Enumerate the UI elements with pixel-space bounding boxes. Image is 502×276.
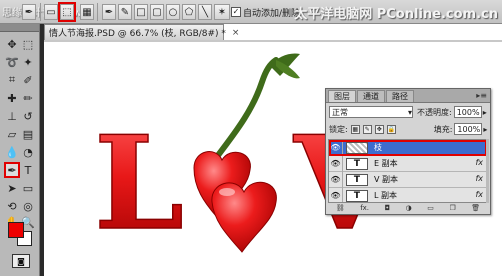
pen-icon[interactable]: ✒: [102, 4, 116, 20]
text-layer-thumbnail-icon: T: [346, 189, 368, 202]
history-brush-icon[interactable]: ↺: [20, 108, 36, 124]
fx-icon[interactable]: fx: [475, 158, 483, 167]
layers-panel: 图层 通道 路径 ▸≡ 正常 ▾ 不透明度: 100% ▸ 锁定: ▦ ✎ ✥ …: [325, 88, 491, 215]
auto-add-delete-checkbox[interactable]: ✓ 自动添加/删除: [231, 4, 300, 20]
pen-tool-icon[interactable]: ✒: [4, 162, 20, 178]
ellipse-icon[interactable]: ○: [166, 4, 180, 20]
eraser-icon[interactable]: ▱: [4, 126, 20, 142]
watermark-right: 太平洋电脑网 PConline.com.cn: [294, 7, 498, 22]
move-tool-icon[interactable]: ✥: [4, 36, 20, 52]
visibility-eye-icon[interactable]: 👁: [329, 155, 343, 172]
fill-pixels-icon[interactable]: ▦: [80, 4, 94, 20]
dodge-tool-icon[interactable]: ◔: [20, 144, 36, 160]
panel-tabs: 图层 通道 路径: [326, 89, 490, 103]
blend-row: 正常 ▾ 不透明度: 100% ▸: [329, 106, 487, 118]
close-icon[interactable]: ×: [232, 28, 240, 38]
pen-tool-preset-icon[interactable]: ✒: [22, 4, 36, 20]
layer-name: 枝: [374, 143, 382, 152]
marquee-tool-icon[interactable]: ⬚: [20, 36, 36, 52]
brush-tool-icon[interactable]: ✏: [20, 90, 36, 106]
link-icon[interactable]: ⛓: [336, 204, 345, 212]
lock-image-icon[interactable]: ✎: [362, 124, 372, 134]
polygon-icon[interactable]: ⬠: [182, 4, 196, 20]
layer-name: L 副本: [374, 191, 397, 200]
opacity-input[interactable]: 100%: [453, 106, 482, 118]
document-title: 情人节海报.PSD @ 66.7% (枝, RGB/8#) *: [49, 29, 226, 39]
crop-tool-icon[interactable]: ⌗: [4, 72, 20, 88]
tab-layers[interactable]: 图层: [328, 90, 356, 102]
checkbox-icon: ✓: [231, 7, 241, 17]
lasso-tool-icon[interactable]: ➰: [4, 54, 20, 70]
gradient-icon[interactable]: ▤: [20, 126, 36, 142]
group-icon[interactable]: ▭: [427, 204, 434, 212]
blur-tool-icon[interactable]: 💧: [4, 144, 20, 160]
new-layer-icon[interactable]: ❐: [449, 204, 455, 212]
chevron-down-icon: ▾: [407, 107, 412, 117]
3d-orbit-icon[interactable]: ◎: [20, 198, 36, 214]
quick-mask-icon[interactable]: ◙: [12, 254, 30, 268]
panel-footer: ⛓ fx. ◘ ◑ ▭ ❐ 🗑: [328, 202, 488, 213]
line-icon[interactable]: ╲: [198, 4, 212, 20]
heart-highlight: [219, 188, 235, 196]
shape-layers-icon[interactable]: ▭: [44, 4, 58, 20]
document-tab[interactable]: 情人节海报.PSD @ 66.7% (枝, RGB/8#) * ×: [44, 24, 239, 40]
visibility-eye-icon[interactable]: 👁: [329, 140, 343, 156]
layers-list: 👁 枝 👁 T E 副本 fx 👁 T V 副本 fx 👁 T L 副本 fx: [328, 139, 488, 203]
layer-name: V 副本: [374, 175, 399, 184]
magic-wand-icon[interactable]: ✦: [20, 54, 36, 70]
toolbox: ✥ ⬚ ➰ ✦ ⌗ ✐ ✚ ✏ ⊥ ↺ ▱ ▤ 💧 ◔ ✒ T ➤ ▭ ⟲ ◎ …: [0, 24, 40, 276]
visibility-eye-icon[interactable]: 👁: [329, 171, 343, 188]
lock-position-icon[interactable]: ✥: [374, 124, 384, 134]
path-selection-icon[interactable]: ➤: [4, 180, 20, 196]
lock-row: 锁定: ▦ ✎ ✥ 🔒 填充: 100% ▸: [329, 123, 487, 135]
custom-shape-icon[interactable]: ✶: [214, 4, 230, 20]
3d-rotate-icon[interactable]: ⟲: [4, 198, 20, 214]
toolbox-grip[interactable]: [0, 24, 39, 32]
fx-icon[interactable]: fx: [475, 174, 483, 183]
blend-mode-select[interactable]: 正常 ▾: [329, 106, 413, 118]
letter-l: L: [94, 109, 184, 259]
opacity-label: 不透明度:: [417, 107, 452, 117]
layer-row[interactable]: 👁 T V 副本 fx: [329, 171, 487, 188]
opacity-arrow-icon[interactable]: ▸: [483, 108, 487, 117]
fx-icon[interactable]: fx: [475, 190, 483, 199]
adjustment-icon[interactable]: ◑: [406, 204, 412, 212]
layer-thumbnail: [346, 141, 368, 154]
type-tool-icon[interactable]: T: [20, 162, 36, 178]
mask-icon[interactable]: ◘: [385, 204, 391, 212]
freeform-pen-icon[interactable]: ✎: [118, 4, 132, 20]
healing-brush-icon[interactable]: ✚: [4, 90, 20, 106]
fill-input[interactable]: 100%: [454, 123, 483, 135]
shape-tool-icon[interactable]: ▭: [20, 180, 36, 196]
fill-label: 填充:: [433, 124, 453, 134]
rounded-rectangle-icon[interactable]: ▢: [150, 4, 164, 20]
text-layer-thumbnail-icon: T: [346, 157, 368, 170]
auto-add-delete-label: 自动添加/删除: [243, 8, 301, 19]
foreground-color-swatch[interactable]: [8, 222, 24, 238]
lock-label: 锁定:: [329, 124, 348, 134]
clone-stamp-icon[interactable]: ⊥: [4, 108, 20, 124]
layers-scrollbar[interactable]: [486, 139, 489, 203]
lock-all-icon[interactable]: 🔒: [386, 124, 396, 134]
layer-name: E 副本: [374, 159, 398, 168]
lock-transparency-icon[interactable]: ▦: [350, 124, 360, 134]
fill-arrow-icon[interactable]: ▸: [483, 125, 487, 134]
tab-channels[interactable]: 通道: [357, 90, 385, 102]
panel-menu-icon[interactable]: ▸≡: [476, 91, 487, 100]
rectangle-icon[interactable]: □: [134, 4, 148, 20]
layer-row[interactable]: 👁 T L 副本 fx: [329, 187, 487, 202]
blend-mode-value: 正常: [332, 107, 348, 117]
trash-icon[interactable]: 🗑: [471, 204, 480, 212]
paths-mode-highlight: [58, 2, 76, 22]
layer-row[interactable]: 👁 T E 副本 fx: [329, 155, 487, 172]
eyedropper-icon[interactable]: ✐: [20, 72, 36, 88]
photoshop-window: 思缘设计论坛 ww ✒ ▭ ⬚ ▦ ✒ ✎ □ ▢ ○ ⬠ ╲ ✶ ✓ 自动添加…: [0, 0, 502, 276]
tab-paths[interactable]: 路径: [386, 90, 414, 102]
cherry-stem: [213, 57, 279, 161]
visibility-eye-icon[interactable]: 👁: [329, 187, 343, 202]
options-bar: 思缘设计论坛 ww ✒ ▭ ⬚ ▦ ✒ ✎ □ ▢ ○ ⬠ ╲ ✶ ✓ 自动添加…: [0, 0, 502, 24]
fx-icon[interactable]: fx.: [360, 204, 369, 212]
text-layer-thumbnail-icon: T: [346, 173, 368, 186]
layer-row[interactable]: 👁 枝: [329, 140, 487, 156]
